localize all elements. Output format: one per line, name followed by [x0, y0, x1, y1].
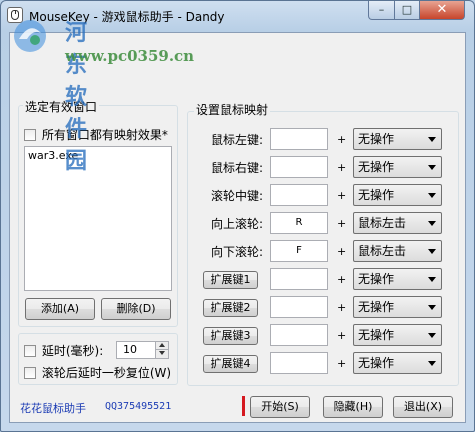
action-value: 无操作 [358, 300, 395, 314]
window-title: MouseKey - 游戏鼠标助手 - Dandy [29, 10, 225, 24]
wheel-up-label: 向上滚轮: [210, 217, 263, 231]
extension-key-1-input[interactable] [270, 268, 328, 290]
action-value: 无操作 [358, 160, 395, 174]
delay-stepper[interactable]: 10 [116, 341, 169, 359]
status-indicator [242, 396, 245, 416]
left-button-action-select[interactable]: 无操作 [353, 128, 442, 150]
window-select-title: 选定有效窗口 [23, 98, 100, 115]
spin-down-icon[interactable] [155, 350, 168, 358]
all-windows-option[interactable]: 所有窗口都有映射效果* [24, 126, 168, 143]
extension-key-1-action-select[interactable]: 无操作 [353, 268, 442, 290]
chevron-down-icon [428, 221, 436, 226]
plus-sign: + [337, 273, 347, 286]
client-area: 选定有效窗口 所有窗口都有映射效果* war3.exe 添加(A) 删除(D) … [9, 32, 466, 423]
action-value: 无操作 [358, 356, 395, 370]
extension-key-1-button[interactable]: 扩展键1 [203, 271, 258, 289]
window-list[interactable]: war3.exe [24, 146, 172, 291]
action-value: 无操作 [358, 272, 395, 286]
wheel-reset-checkbox[interactable] [24, 366, 36, 379]
chevron-down-icon [428, 361, 436, 366]
plus-sign: + [337, 189, 347, 202]
wheel-reset-label: 滚轮后延时一秒复位(W) [41, 366, 172, 380]
hide-button[interactable]: 隐藏(H) [323, 396, 383, 418]
title-bar[interactable]: MouseKey - 游戏鼠标助手 - Dandy – □ ✕ [1, 1, 474, 31]
all-windows-label: 所有窗口都有映射效果* [41, 128, 168, 142]
left-button-label: 鼠标左键: [210, 133, 263, 147]
action-value: 鼠标左击 [358, 244, 407, 258]
left-button-key-input[interactable] [270, 128, 328, 150]
extension-key-3-input[interactable] [270, 324, 328, 346]
chevron-down-icon [428, 137, 436, 142]
middle-button-action-select[interactable]: 无操作 [353, 184, 442, 206]
extension-key-2-button[interactable]: 扩展键2 [203, 299, 258, 317]
chevron-down-icon [428, 193, 436, 198]
extension-key-4-input[interactable] [270, 352, 328, 374]
wheel-up-key-input[interactable]: R [270, 212, 328, 234]
wheel-up-action-select[interactable]: 鼠标左击 [353, 212, 442, 234]
minimize-button[interactable]: – [368, 1, 395, 20]
close-button[interactable]: ✕ [419, 1, 465, 20]
right-button-key-input[interactable] [270, 156, 328, 178]
action-value: 无操作 [358, 188, 395, 202]
chevron-down-icon [428, 249, 436, 254]
delay-value[interactable]: 10 [123, 343, 137, 356]
plus-sign: + [337, 133, 347, 146]
right-button-label: 鼠标右键: [210, 161, 263, 175]
delete-button[interactable]: 删除(D) [101, 298, 171, 320]
middle-button-key-input[interactable] [270, 184, 328, 206]
chevron-down-icon [428, 305, 436, 310]
app-window: MouseKey - 游戏鼠标助手 - Dandy – □ ✕ 选定有效窗口 所… [0, 0, 475, 432]
chevron-down-icon [428, 277, 436, 282]
chevron-down-icon [428, 333, 436, 338]
all-windows-checkbox[interactable] [24, 128, 36, 141]
plus-sign: + [337, 245, 347, 258]
chevron-down-icon [428, 165, 436, 170]
mapping-title: 设置鼠标映射 [194, 101, 271, 118]
add-button[interactable]: 添加(A) [25, 298, 95, 320]
plus-sign: + [337, 357, 347, 370]
right-button-action-select[interactable]: 无操作 [353, 156, 442, 178]
wheel-down-label: 向下滚轮: [210, 245, 263, 259]
wheel-down-action-select[interactable]: 鼠标左击 [353, 240, 442, 262]
mouse-icon[interactable] [7, 7, 23, 23]
plus-sign: + [337, 301, 347, 314]
action-value: 无操作 [358, 132, 395, 146]
plus-sign: + [337, 217, 347, 230]
qq-text: QQ375495521 [105, 401, 172, 412]
extension-key-3-button[interactable]: 扩展键3 [203, 327, 258, 345]
delay-label: 延时(毫秒): [41, 344, 104, 358]
brand-text: 花花鼠标助手 [20, 402, 86, 415]
delay-checkbox[interactable] [24, 344, 36, 357]
maximize-button[interactable]: □ [394, 1, 420, 20]
action-value: 鼠标左击 [358, 216, 407, 230]
delay-option[interactable]: 延时(毫秒): [24, 342, 103, 359]
extension-key-2-input[interactable] [270, 296, 328, 318]
spin-up-icon[interactable] [155, 342, 168, 350]
extension-key-2-action-select[interactable]: 无操作 [353, 296, 442, 318]
extension-key-3-action-select[interactable]: 无操作 [353, 324, 442, 346]
exit-button[interactable]: 退出(X) [393, 396, 453, 418]
plus-sign: + [337, 161, 347, 174]
wheel-reset-option[interactable]: 滚轮后延时一秒复位(W) [24, 364, 171, 381]
middle-button-label: 滚轮中键: [210, 189, 263, 203]
start-button[interactable]: 开始(S) [250, 396, 310, 418]
list-item[interactable]: war3.exe [28, 149, 168, 162]
extension-key-4-button[interactable]: 扩展键4 [203, 355, 258, 373]
plus-sign: + [337, 329, 347, 342]
extension-key-4-action-select[interactable]: 无操作 [353, 352, 442, 374]
wheel-down-key-input[interactable]: F [270, 240, 328, 262]
action-value: 无操作 [358, 328, 395, 342]
